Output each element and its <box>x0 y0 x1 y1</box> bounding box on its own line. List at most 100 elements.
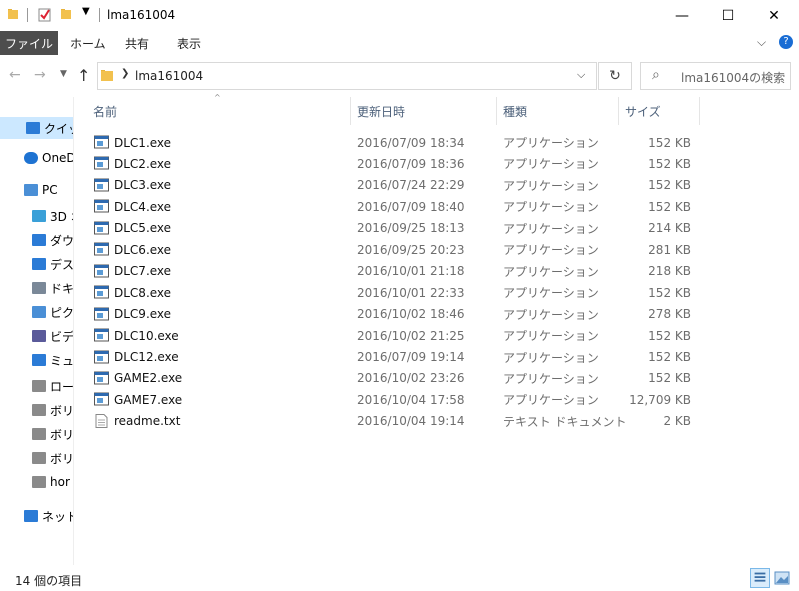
maximize-button[interactable]: ☐ <box>705 0 751 31</box>
sidebar-item[interactable]: hor <box>0 471 73 493</box>
refresh-button[interactable]: ↻ <box>598 62 632 90</box>
recent-locations-chevron-icon[interactable]: ▼ <box>60 69 67 79</box>
exe-icon <box>94 371 109 385</box>
sidebar-item-label: OneDrive <box>42 151 73 165</box>
forward-arrow-icon[interactable]: → <box>34 67 46 83</box>
sidebar-item-label: ビデオ <box>50 329 73 344</box>
sidebar-item-label: ドキュメント <box>50 281 73 296</box>
sidebar-item[interactable]: PC <box>0 179 73 201</box>
file-date: 2016/09/25 20:23 <box>357 242 465 257</box>
expand-ribbon-chevron-icon[interactable]: ⌵ <box>757 35 766 50</box>
sidebar-item[interactable]: ピクチャ <box>0 301 73 323</box>
exe-icon <box>94 199 109 213</box>
exe-icon <box>94 285 109 299</box>
column-divider[interactable] <box>350 97 351 125</box>
up-arrow-icon[interactable]: ↑ <box>77 66 90 85</box>
breadcrumb-chevron-icon[interactable]: ❯ <box>121 68 129 79</box>
file-row[interactable]: DLC10.exe 2016/10/02 21:25 アプリケーション 152 KB <box>88 325 700 346</box>
file-row[interactable]: DLC9.exe 2016/10/02 18:46 アプリケーション 278 KB <box>88 304 700 325</box>
file-row[interactable]: DLC8.exe 2016/10/01 22:33 アプリケーション 152 KB <box>88 282 700 303</box>
file-row[interactable]: DLC7.exe 2016/10/01 21:18 アプリケーション 218 KB <box>88 261 700 282</box>
file-type: アプリケーション <box>503 200 599 215</box>
file-row[interactable]: DLC2.exe 2016/07/09 18:36 アプリケーション 152 KB <box>88 153 700 174</box>
minimize-button[interactable]: — <box>659 0 705 31</box>
file-type: アプリケーション <box>503 178 599 193</box>
file-row[interactable]: GAME7.exe 2016/10/04 17:58 アプリケーション 12,709 … <box>88 389 700 410</box>
column-divider[interactable] <box>699 97 700 125</box>
file-size: 278 KB <box>648 307 691 322</box>
file-date: 2016/07/24 22:29 <box>357 178 465 193</box>
file-date: 2016/10/02 23:26 <box>357 371 465 386</box>
column-header-size[interactable]: サイズ <box>625 97 695 125</box>
file-type: アプリケーション <box>503 243 599 258</box>
search-input[interactable]: lma161004の検索 <box>681 69 785 86</box>
file-row[interactable]: DLC5.exe 2016/09/25 18:13 アプリケーション 214 KB <box>88 218 700 239</box>
sidebar-item[interactable]: ビデオ <box>0 325 73 347</box>
tab-view[interactable]: 表示 <box>177 31 201 55</box>
sidebar-item[interactable]: ダウンロード <box>0 229 73 251</box>
column-header-name[interactable]: 名前 <box>93 97 348 125</box>
sidebar-item-label: ボリューム <box>50 451 73 466</box>
tab-file[interactable]: ファイル <box>0 31 58 55</box>
file-type: アプリケーション <box>503 136 599 150</box>
folder-icon[interactable] <box>7 8 19 20</box>
sidebar-item[interactable]: ミュージック <box>0 349 73 371</box>
sidebar-item[interactable]: デスクトップ <box>0 253 73 275</box>
tab-home[interactable]: ホーム <box>70 31 106 55</box>
column-divider[interactable] <box>496 97 497 125</box>
file-row[interactable]: DLC3.exe 2016/07/24 22:29 アプリケーション 152 KB <box>88 175 700 196</box>
sidebar-item[interactable]: ネットワーク <box>0 505 73 527</box>
sidebar-item-label: 3D オブジェクト <box>50 209 73 224</box>
file-row[interactable]: DLC1.exe 2016/07/09 18:34 アプリケーション 152 KB <box>88 132 700 153</box>
file-date: 2016/09/25 18:13 <box>357 221 465 236</box>
file-date: 2016/07/09 19:14 <box>357 350 465 364</box>
details-view-icon[interactable] <box>750 568 770 588</box>
file-row[interactable]: DLC4.exe 2016/07/09 18:40 アプリケーション 152 KB <box>88 196 700 217</box>
exe-icon <box>94 264 109 278</box>
tab-share[interactable]: 共有 <box>125 31 149 55</box>
column-divider[interactable] <box>618 97 619 125</box>
ribbon-tabs <box>0 31 799 55</box>
sidebar-item-label: ボリューム <box>50 403 73 418</box>
file-size: 152 KB <box>648 178 691 193</box>
file-type: アプリケーション <box>503 393 599 408</box>
sidebar-item[interactable]: ボリューム <box>0 447 73 469</box>
file-size: 152 KB <box>648 371 691 386</box>
sidebar-item[interactable]: ボリューム <box>0 399 73 421</box>
file-size: 152 KB <box>648 285 691 300</box>
sidebar-item[interactable]: クイック アクセス <box>0 117 73 139</box>
sidebar-item-label: クイック アクセス <box>44 121 73 136</box>
file-row[interactable]: DLC12.exe 2016/07/09 19:14 アプリケーション 152 KB <box>88 347 700 368</box>
address-dropdown-chevron-icon[interactable]: ⌵ <box>577 68 585 82</box>
file-name: DLC2.exe <box>114 156 172 171</box>
file-name: DLC9.exe <box>114 307 172 322</box>
file-row[interactable]: DLC6.exe 2016/09/25 20:23 アプリケーション 281 KB <box>88 239 700 260</box>
close-button[interactable]: ✕ <box>751 0 797 31</box>
sidebar-item[interactable]: ボリューム <box>0 423 73 445</box>
quick-access-toolbar-dropdown[interactable]: ▼ <box>82 6 90 17</box>
large-icons-view-icon[interactable] <box>774 570 790 586</box>
drive-icon <box>32 476 46 488</box>
new-folder-icon[interactable] <box>60 8 72 20</box>
back-arrow-icon[interactable]: ← <box>9 67 21 83</box>
file-date: 2016/10/01 22:33 <box>357 285 465 300</box>
properties-icon[interactable] <box>38 7 52 22</box>
sidebar-item[interactable]: 3D オブジェクト <box>0 205 73 227</box>
column-header-date[interactable]: 更新日時 <box>357 97 492 125</box>
file-name: DLC5.exe <box>114 221 172 236</box>
file-type: アプリケーション <box>503 286 599 301</box>
file-type: アプリケーション <box>503 329 599 344</box>
exe-icon <box>94 221 109 235</box>
file-row[interactable]: GAME2.exe 2016/10/02 23:26 アプリケーション 152 KB <box>88 368 700 389</box>
breadcrumb-folder[interactable]: lma161004 <box>135 69 203 83</box>
sidebar-item[interactable]: ローカル ディスク <box>0 375 73 397</box>
file-size: 152 KB <box>648 350 691 364</box>
file-row[interactable]: readme.txt 2016/10/04 19:14 テキスト ドキュメント 2 K… <box>88 411 700 432</box>
sidebar-item[interactable]: ドキュメント <box>0 277 73 299</box>
drive-icon <box>32 404 46 416</box>
music-icon <box>32 354 46 366</box>
sidebar-item[interactable]: OneDrive <box>0 147 73 169</box>
star-icon <box>26 122 40 134</box>
column-header-type[interactable]: 種類 <box>503 97 613 125</box>
help-icon[interactable]: ? <box>779 35 793 49</box>
